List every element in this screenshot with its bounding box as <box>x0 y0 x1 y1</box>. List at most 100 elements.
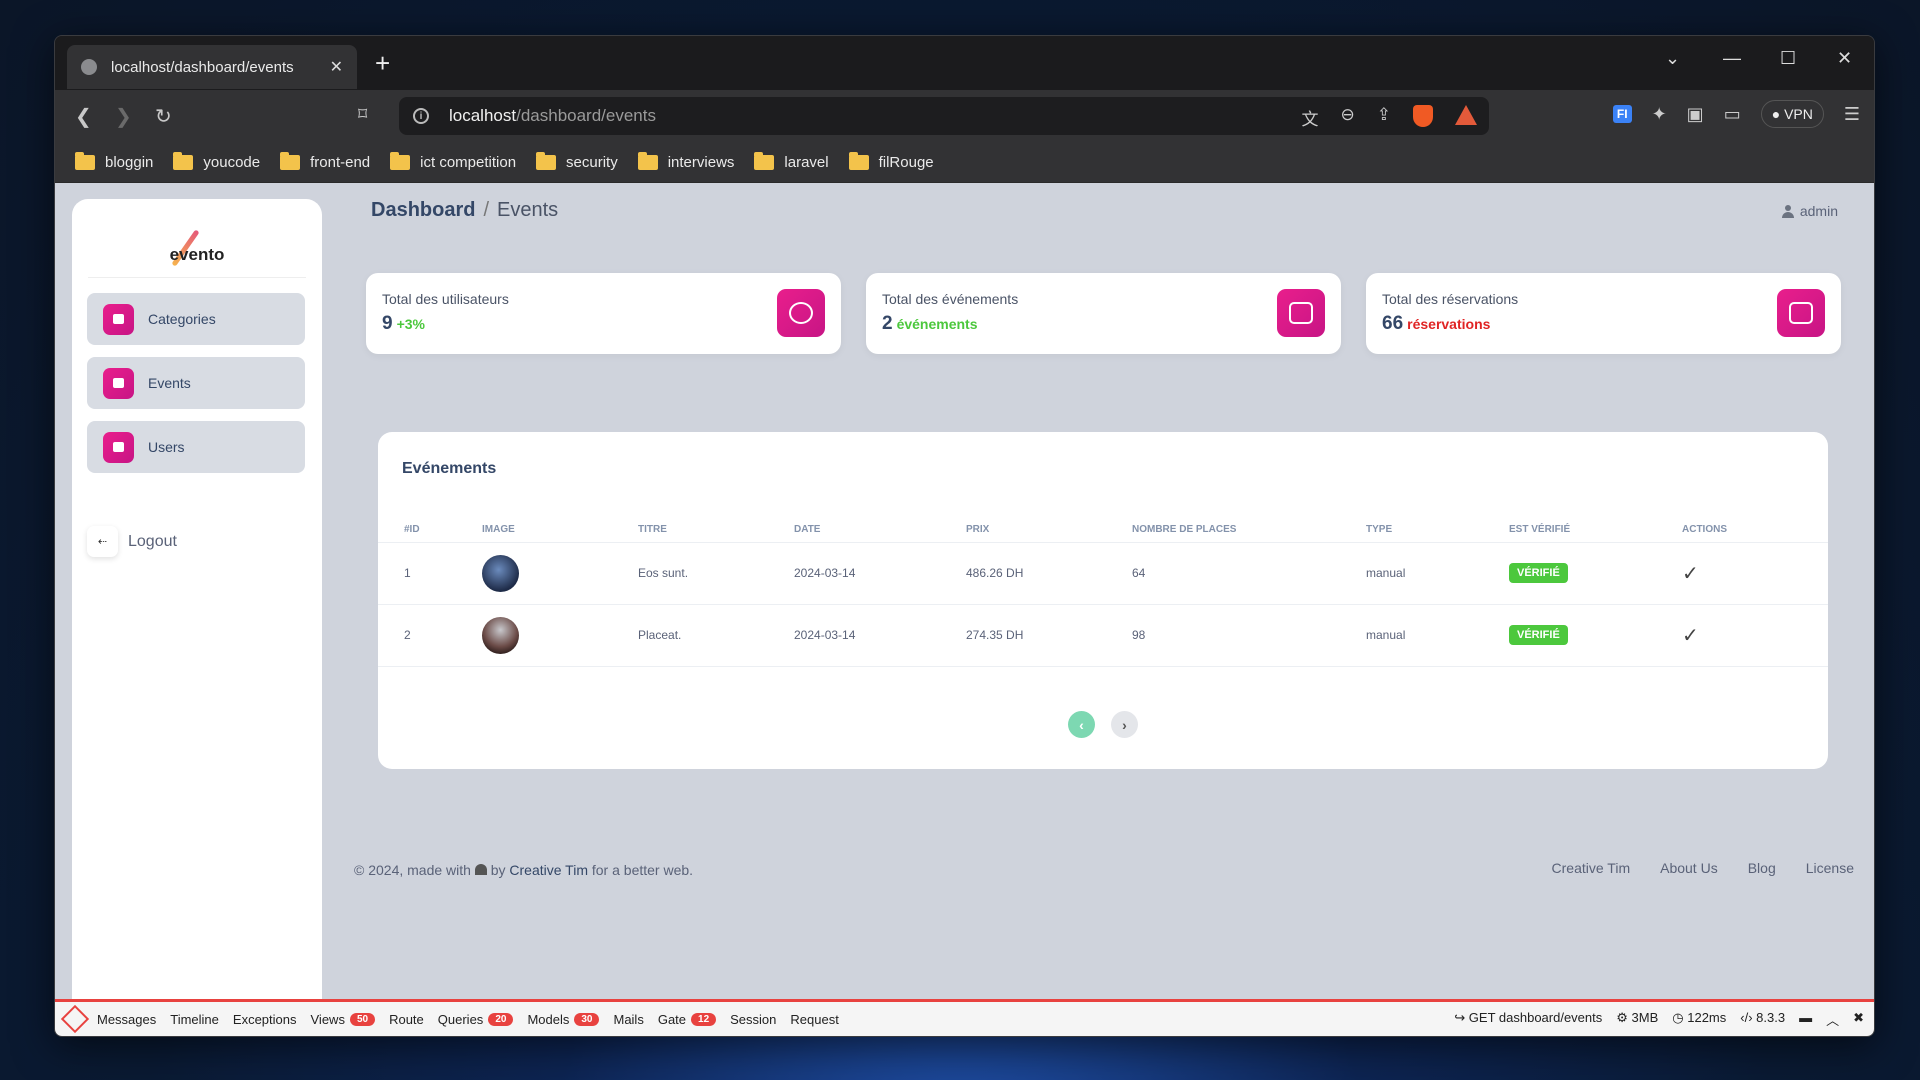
debug-count: 20 <box>488 1012 514 1026</box>
close-tab-icon[interactable]: ✕ <box>330 57 343 77</box>
col-header: TITRE <box>638 518 794 543</box>
maximize-button[interactable]: ☐ <box>1780 48 1796 69</box>
share-icon[interactable]: ⇪ <box>1377 105 1391 130</box>
footer-link[interactable]: Blog <box>1748 860 1776 876</box>
col-header: ACTIONS <box>1682 518 1828 543</box>
sidebar-toggle-icon[interactable]: ▣ <box>1687 104 1704 125</box>
bookmark-folder[interactable]: youcode <box>173 152 260 171</box>
stat-number: 66 <box>1382 313 1404 334</box>
debug-tab-session[interactable]: Session <box>730 1012 776 1027</box>
app-logo[interactable]: evento <box>72 245 322 265</box>
close-debugbar-icon[interactable]: ✖ <box>1853 1010 1864 1029</box>
bookmark-icon[interactable]: ⌑ <box>358 104 367 125</box>
debug-tab-label: Views <box>310 1011 345 1027</box>
zoom-icon[interactable]: ⊖ <box>1341 105 1355 130</box>
user-menu[interactable]: admin <box>1781 203 1838 219</box>
debug-tab-queries[interactable]: Queries 20 <box>438 1012 514 1027</box>
col-header: #ID <box>378 518 482 543</box>
debug-tab-label: Exceptions <box>232 1011 297 1027</box>
debug-tab-route[interactable]: Route <box>389 1012 424 1027</box>
stat-card-users: Total des utilisateurs 9 +3% <box>366 273 841 354</box>
user-name: admin <box>1799 203 1838 219</box>
verify-check-icon[interactable]: ✓ <box>1682 625 1699 647</box>
memory-info: ⚙ 3MB <box>1616 1010 1659 1025</box>
breadcrumb-root[interactable]: Dashboard <box>371 199 475 221</box>
debug-tab-views[interactable]: Views 50 <box>311 1012 376 1027</box>
debug-tab-label: Route <box>389 1011 424 1027</box>
menu-icon[interactable]: ☰ <box>1844 104 1860 125</box>
minimize-button[interactable]: — <box>1723 48 1741 69</box>
debug-tab-timeline[interactable]: Timeline <box>170 1012 219 1027</box>
debug-tab-label: Mails <box>613 1011 644 1027</box>
debug-tab-messages[interactable]: Messages <box>97 1012 156 1027</box>
logout-link[interactable]: ⇠ Logout <box>87 526 177 557</box>
debug-tab-request[interactable]: Request <box>790 1012 838 1027</box>
bookmark-folder[interactable]: ict competition <box>390 152 516 171</box>
footer-links: Creative Tim About Us Blog License <box>1552 860 1854 876</box>
new-tab-button[interactable]: + <box>375 50 390 76</box>
translate-icon[interactable]: 文 <box>1302 105 1319 130</box>
debug-count: 30 <box>574 1012 600 1026</box>
next-page-button[interactable]: › <box>1111 711 1138 738</box>
footer-post-text: for a better web. <box>591 862 694 878</box>
verify-check-icon[interactable]: ✓ <box>1682 563 1699 585</box>
prev-page-button[interactable]: ‹ <box>1068 711 1095 738</box>
stat-label: Total des utilisateurs <box>382 291 509 307</box>
footer-link[interactable]: About Us <box>1660 860 1718 876</box>
bookmark-folder[interactable]: filRouge <box>848 152 934 171</box>
open-folder-icon[interactable]: ▬ <box>1799 1010 1812 1029</box>
tab-search-icon[interactable]: ⌄ <box>1665 48 1680 69</box>
bookmark-folder[interactable]: security <box>536 152 618 171</box>
wallet-icon[interactable]: ▭ <box>1724 104 1741 125</box>
time-text: 122ms <box>1687 1010 1727 1025</box>
footer-link[interactable]: License <box>1806 860 1854 876</box>
site-info-icon[interactable]: i <box>413 108 429 124</box>
stat-label: Total des réservations <box>1382 291 1519 307</box>
close-window-button[interactable]: ✕ <box>1837 48 1852 69</box>
folder-icon <box>848 152 869 170</box>
cell-price: 274.35 DH <box>966 604 1132 667</box>
col-header: TYPE <box>1366 518 1509 543</box>
url-actions: 文 ⊖ ⇪ <box>1302 105 1477 130</box>
footer-link[interactable]: Creative Tim <box>1552 860 1631 876</box>
bookmark-folder[interactable]: laravel <box>754 152 829 171</box>
collapse-icon[interactable]: ︿ <box>1826 1010 1839 1029</box>
back-button[interactable]: ❮ <box>75 104 92 129</box>
reload-button[interactable]: ↻ <box>155 104 172 129</box>
cell-image <box>482 604 638 667</box>
request-info[interactable]: ↪ GET dashboard/events <box>1454 1010 1602 1029</box>
stat-value: 66 réservations <box>1382 313 1825 335</box>
url-host: localhost <box>449 106 517 125</box>
stat-sub: réservations <box>1407 316 1491 332</box>
stat-label: Total des événements <box>882 291 1019 307</box>
debug-tab-models[interactable]: Models 30 <box>527 1012 600 1027</box>
browser-tab[interactable]: localhost/dashboard/events ✕ <box>67 45 357 89</box>
bookmark-folder[interactable]: bloggin <box>75 152 153 171</box>
author-link[interactable]: Creative Tim <box>509 862 588 878</box>
users-icon <box>777 289 825 337</box>
browser-toolbar: ❮ ❯ ↻ ⌑ i localhost/dashboard/events 文 ⊖… <box>55 90 1874 143</box>
brave-rewards-icon[interactable] <box>1455 105 1477 125</box>
stat-sub: +3% <box>396 316 425 332</box>
bookmarks-bar: bloggin youcode front-end ict competitio… <box>55 143 1874 183</box>
col-header: DATE <box>794 518 966 543</box>
vpn-button[interactable]: ● VPN <box>1760 100 1824 128</box>
bookmark-folder[interactable]: front-end <box>280 152 370 171</box>
events-table: #ID IMAGE TITRE DATE PRIX NOMBRE DE PLAC… <box>378 518 1828 667</box>
debug-tab-exceptions[interactable]: Exceptions <box>233 1012 297 1027</box>
sidebar-item-events[interactable]: Events <box>87 357 305 409</box>
laravel-icon[interactable] <box>60 1004 90 1034</box>
address-bar[interactable]: i localhost/dashboard/events 文 ⊖ ⇪ <box>399 97 1489 135</box>
sidebar-item-categories[interactable]: Categories <box>87 293 305 345</box>
brave-shields-icon[interactable] <box>1413 105 1433 127</box>
debug-tab-gate[interactable]: Gate 12 <box>658 1012 717 1027</box>
logout-label: Logout <box>128 532 177 550</box>
cell-price: 486.26 DH <box>966 542 1132 605</box>
forward-button[interactable]: ❯ <box>115 104 132 129</box>
extensions-icon[interactable]: ✦ <box>1652 104 1667 125</box>
extension-fi-icon[interactable]: FI <box>1612 105 1632 123</box>
breadcrumb: Dashboard / Events <box>371 199 558 222</box>
bookmark-folder[interactable]: interviews <box>637 152 734 171</box>
sidebar-item-users[interactable]: Users <box>87 421 305 473</box>
debug-tab-mails[interactable]: Mails <box>613 1012 643 1027</box>
